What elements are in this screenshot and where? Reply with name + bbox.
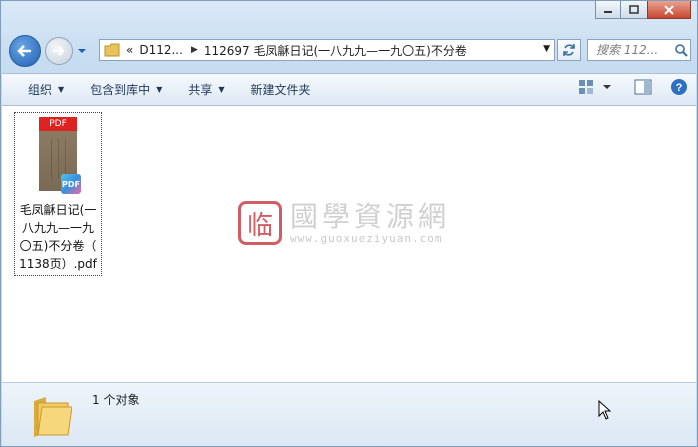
breadcrumb-separator-icon[interactable]: ▶ — [191, 45, 198, 55]
svg-text:?: ? — [676, 82, 683, 94]
refresh-icon — [563, 44, 575, 56]
file-list-pane[interactable]: PDF PDF 毛凤龢日记(一 八九九—一九 〇五)不分卷（ 1138页）.pd… — [2, 106, 696, 382]
file-name-line: 八九九—一九 — [21, 221, 94, 235]
recent-pages-dropdown-icon[interactable] — [77, 47, 87, 55]
pdf-app-badge-icon: PDF — [61, 174, 81, 194]
change-view-icon[interactable] — [578, 79, 594, 95]
caption-buttons — [595, 1, 691, 19]
breadcrumb-drive[interactable]: D112... — [139, 43, 183, 57]
details-pane: 1 个对象 — [2, 382, 696, 446]
close-button[interactable] — [647, 1, 691, 19]
address-bar[interactable]: « D112... ▶ 112697 毛凤龢日记(一八九九—一九〇五)不分卷 ▼ — [99, 39, 555, 61]
address-history-dropdown-icon[interactable]: ▼ — [543, 44, 550, 54]
preview-pane-icon[interactable] — [634, 79, 652, 95]
folder-icon — [104, 43, 120, 57]
pdf-label: PDF — [39, 117, 77, 131]
minimize-icon — [604, 10, 612, 13]
search-icon[interactable] — [674, 43, 688, 57]
item-count: 1 个对象 — [92, 393, 140, 407]
watermark-url: www.guoxueziyuan.com — [290, 231, 443, 245]
minimize-button[interactable] — [595, 1, 621, 19]
maximize-icon — [629, 4, 639, 14]
view-controls: ? — [578, 78, 688, 96]
forward-button[interactable] — [45, 37, 73, 65]
view-options-dropdown-icon[interactable] — [602, 83, 612, 91]
manuscript-preview — [45, 139, 71, 179]
navigation-buttons — [9, 35, 87, 67]
file-name-line: 毛凤龢日记(一 — [19, 203, 97, 217]
watermark: 临 國學資源網 www.guoxueziyuan.com — [238, 201, 450, 245]
file-name-line: 1138页）.pdf — [19, 257, 97, 271]
close-icon — [664, 4, 674, 15]
chevron-down-icon: ▼ — [218, 85, 225, 94]
help-icon[interactable]: ? — [670, 78, 688, 96]
share-button[interactable]: 共享 ▼ — [178, 78, 234, 102]
watermark-logo-icon: 临 — [238, 201, 282, 245]
arrow-left-icon — [17, 45, 31, 57]
watermark-text: 國學資源網 www.guoxueziyuan.com — [290, 199, 451, 245]
arrow-right-icon — [53, 46, 65, 56]
mouse-cursor-icon — [598, 400, 612, 420]
back-button[interactable] — [9, 35, 41, 67]
file-item[interactable]: PDF PDF 毛凤龢日记(一 八九九—一九 〇五)不分卷（ 1138页）.pd… — [14, 112, 102, 276]
include-in-library-button[interactable]: 包含到库中 ▼ — [80, 78, 172, 102]
folder-large-icon — [34, 397, 72, 437]
address-overflow[interactable]: « — [126, 43, 133, 57]
chevron-down-icon: ▼ — [58, 85, 65, 94]
chevron-down-icon: ▼ — [156, 85, 163, 94]
organize-button[interactable]: 组织 ▼ — [18, 78, 74, 102]
refresh-button[interactable] — [557, 39, 581, 61]
new-folder-button[interactable]: 新建文件夹 — [241, 78, 321, 102]
explorer-window: « D112... ▶ 112697 毛凤龢日记(一八九九—一九〇五)不分卷 ▼… — [0, 0, 698, 447]
file-name-line: 〇五)不分卷（ — [19, 239, 97, 253]
include-library-label: 包含到库中 — [90, 83, 151, 97]
maximize-button[interactable] — [621, 1, 647, 19]
watermark-title: 國學資源網 — [290, 199, 451, 233]
file-name: 毛凤龢日记(一 八九九—一九 〇五)不分卷（ 1138页）.pdf — [15, 201, 101, 273]
search-input[interactable] — [594, 42, 674, 58]
pdf-thumbnail-icon: PDF PDF — [39, 117, 81, 194]
search-box[interactable] — [587, 39, 691, 61]
share-label: 共享 — [188, 83, 213, 97]
breadcrumb-folder[interactable]: 112697 毛凤龢日记(一八九九—一九〇五)不分卷 — [204, 42, 467, 59]
new-folder-label: 新建文件夹 — [250, 83, 311, 97]
organize-label: 组织 — [28, 83, 53, 97]
command-bar: 组织 ▼ 包含到库中 ▼ 共享 ▼ 新建文件夹 ? — [2, 73, 696, 106]
